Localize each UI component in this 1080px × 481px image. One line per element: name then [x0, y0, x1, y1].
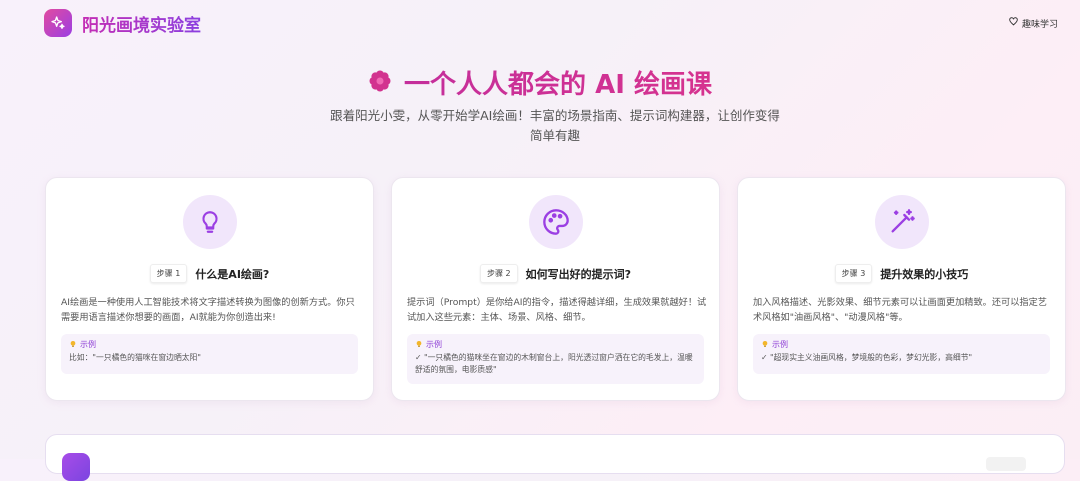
example-label: 示例 — [415, 339, 696, 350]
flower-icon — [368, 69, 392, 97]
lightbulb-icon — [183, 195, 237, 249]
builder-button[interactable] — [986, 457, 1026, 471]
prompt-builder-panel — [45, 434, 1065, 481]
brand-name: 阳光画境实验室 — [82, 11, 201, 36]
card-description: AI绘画是一种使用人工智能技术将文字描述转换为图像的创新方式。你只需要用语言描述… — [61, 297, 355, 323]
card-title: 如何写出好的提示词? — [525, 267, 632, 281]
step-card-2: 步骤 2 如何写出好的提示词? 提示词（Prompt）是你给AI的指令，描述得越… — [391, 177, 720, 401]
example-box: 示例 ✓ "超现实主义油画风格，梦境般的色彩，梦幻光影，高细节" — [753, 334, 1050, 374]
card-title-row: 步骤 1 什么是AI绘画? — [46, 264, 373, 283]
palette-icon — [529, 195, 583, 249]
card-description: 加入风格描述、光影效果、细节元素可以让画面更加精致。还可以指定艺术风格如"油画风… — [753, 297, 1047, 323]
page-title: 一个人人都会的 AI 绘画课 — [404, 64, 712, 101]
header: 阳光画境实验室 趣味学习 — [0, 0, 1080, 46]
example-text: 比如："一只橘色的猫咪在窗边晒太阳" — [69, 353, 201, 362]
page-subtitle: 跟着阳光小雯，从零开始学AI绘画！丰富的场景指南、提示词构建器，让创作变得简单有… — [330, 108, 780, 143]
step-card-3: 步骤 3 提升效果的小技巧 加入风格描述、光影效果、细节元素可以让画面更加精致。… — [737, 177, 1066, 401]
card-title-row: 步骤 2 如何写出好的提示词? — [392, 264, 719, 283]
heart-icon — [1009, 17, 1018, 29]
step-card-1: 步骤 1 什么是AI绘画? AI绘画是一种使用人工智能技术将文字描述转换为图像的… — [45, 177, 374, 401]
lightbulb-icon — [761, 340, 769, 350]
step-badge: 步骤 3 — [834, 264, 873, 283]
card-title: 提升效果的小技巧 — [880, 267, 969, 281]
example-label: 示例 — [761, 339, 1042, 350]
hero-title: 一个人人都会的 AI 绘画课 — [0, 64, 1080, 101]
card-title-row: 步骤 3 提升效果的小技巧 — [738, 264, 1065, 283]
builder-title — [102, 455, 232, 467]
builder-icon — [62, 453, 90, 481]
lightbulb-icon — [69, 340, 77, 350]
magic-wand-icon — [875, 195, 929, 249]
card-description: 提示词（Prompt）是你给AI的指令，描述得越详细，生成效果就越好！试试加入这… — [407, 297, 707, 323]
example-box: 示例 比如："一只橘色的猫咪在窗边晒太阳" — [61, 334, 358, 374]
brand[interactable]: 阳光画境实验室 — [44, 9, 201, 37]
sparkle-icon — [44, 9, 72, 37]
step-badge: 步骤 1 — [149, 264, 188, 283]
lightbulb-icon — [415, 340, 423, 350]
example-label: 示例 — [69, 339, 350, 350]
step-badge: 步骤 2 — [479, 264, 518, 283]
card-title: 什么是AI绘画? — [195, 267, 270, 281]
example-text: ✓ "超现实主义油画风格，梦境般的色彩，梦幻光影，高细节" — [761, 353, 973, 362]
fav-learning-button[interactable]: 趣味学习 — [1009, 17, 1058, 30]
example-box: 示例 ✓ "一只橘色的猫咪坐在窗边的木制窗台上，阳光透过窗户洒在它的毛发上，温暖… — [407, 334, 704, 384]
fav-label: 趣味学习 — [1021, 19, 1058, 30]
example-text: ✓ "一只橘色的猫咪坐在窗边的木制窗台上，阳光透过窗户洒在它的毛发上，温暖舒适的… — [415, 353, 693, 374]
